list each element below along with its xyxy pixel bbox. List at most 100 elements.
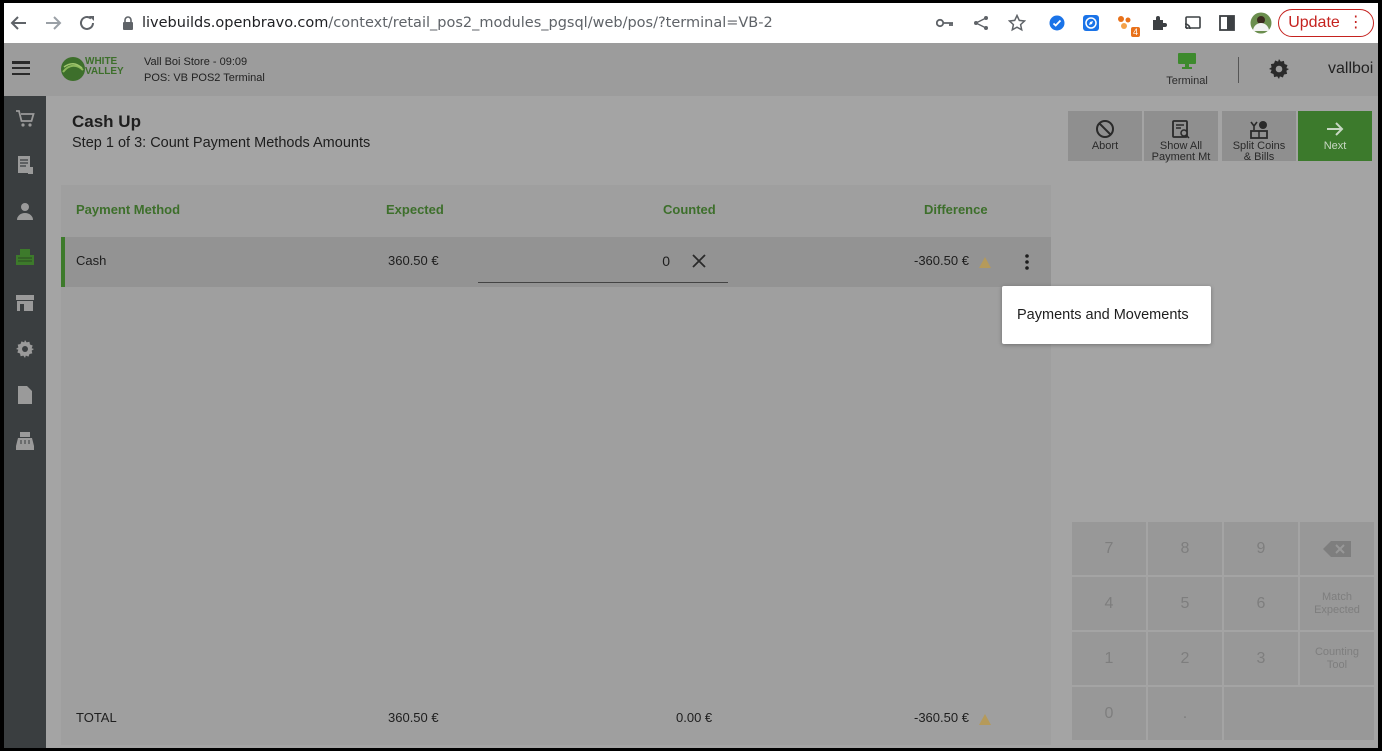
row-difference: -360.50 € bbox=[914, 253, 969, 268]
counted-input[interactable]: 0 bbox=[478, 245, 728, 283]
pos-line: POS: VB POS2 Terminal bbox=[144, 72, 265, 84]
address-bar[interactable]: livebuilds.openbravo.com/context/retail_… bbox=[112, 7, 1036, 39]
show-all-label2: Payment Mt bbox=[1151, 151, 1211, 163]
counting-label1: Counting bbox=[1314, 645, 1360, 658]
cast-icon[interactable] bbox=[1182, 12, 1204, 34]
split-label2: & Bills bbox=[1243, 151, 1275, 163]
key-9[interactable]: 9 bbox=[1224, 522, 1298, 575]
terminal-button[interactable]: Terminal bbox=[1159, 47, 1215, 93]
header-difference: Difference bbox=[924, 202, 988, 217]
app-topbar: WHITE VALLEY Vall Boi Store - 09:09 POS:… bbox=[4, 43, 1378, 96]
store-line: Vall Boi Store - 09:09 bbox=[144, 56, 248, 68]
document-icon[interactable] bbox=[10, 380, 40, 410]
cart-icon[interactable] bbox=[10, 104, 40, 134]
extension-badge-count: 4 bbox=[1130, 27, 1140, 37]
settings-icon[interactable] bbox=[10, 334, 40, 364]
reload-icon[interactable] bbox=[72, 8, 102, 38]
url-path: /context/retail_pos2_modules_pgsql/web/p… bbox=[328, 15, 773, 31]
split-icon bbox=[1222, 115, 1296, 139]
pos-app: WHITE VALLEY Vall Boi Store - 09:09 POS:… bbox=[4, 43, 1378, 748]
match-expected-key[interactable]: Match Expected bbox=[1300, 577, 1374, 630]
cash-register-icon[interactable] bbox=[10, 426, 40, 456]
total-difference: -360.50 € bbox=[914, 710, 969, 725]
extension-badge-icon[interactable]: 4 bbox=[1114, 12, 1140, 37]
abort-label: Abort bbox=[1091, 140, 1119, 152]
context-menu: Payments and Movements bbox=[1002, 286, 1211, 344]
sidebar bbox=[4, 96, 46, 748]
list-search-icon bbox=[1144, 115, 1218, 139]
total-warning-icon bbox=[979, 712, 991, 730]
forward-icon[interactable] bbox=[38, 8, 68, 38]
counting-tool-key[interactable]: Counting Tool bbox=[1300, 632, 1374, 685]
terminal-label: Terminal bbox=[1166, 75, 1208, 87]
total-label: TOTAL bbox=[76, 710, 117, 725]
counted-value: 0 bbox=[662, 253, 670, 269]
share-icon[interactable] bbox=[970, 12, 992, 34]
key-icon[interactable] bbox=[934, 12, 956, 34]
key-enter[interactable] bbox=[1224, 687, 1374, 740]
key-8[interactable]: 8 bbox=[1148, 522, 1222, 575]
show-all-payment-methods-button[interactable]: Show All Payment Mt bbox=[1144, 111, 1218, 163]
logo-line2: VALLEY bbox=[85, 66, 124, 77]
page-title: Cash Up bbox=[72, 112, 141, 131]
header-counted: Counted bbox=[663, 202, 716, 217]
numeric-keypad: 7 8 9 4 5 6 Match Expected 1 2 3 Countin… bbox=[1072, 522, 1375, 744]
row-expected: 360.50 € bbox=[388, 253, 439, 268]
total-expected: 360.50 € bbox=[388, 710, 439, 725]
match-label1: Match bbox=[1322, 590, 1352, 603]
back-icon[interactable] bbox=[4, 8, 34, 38]
backspace-key[interactable] bbox=[1300, 522, 1374, 575]
divider bbox=[1238, 57, 1239, 83]
profile-avatar[interactable] bbox=[1250, 12, 1272, 34]
header-payment-method: Payment Method bbox=[76, 202, 181, 217]
arrow-right-icon bbox=[1298, 115, 1372, 139]
bookmark-star-icon[interactable] bbox=[1006, 12, 1028, 34]
match-label2: Expected bbox=[1314, 603, 1360, 616]
update-label: Update bbox=[1288, 14, 1340, 31]
key-decimal[interactable]: . bbox=[1148, 687, 1222, 740]
clear-icon[interactable] bbox=[692, 254, 706, 273]
row-method: Cash bbox=[76, 253, 107, 268]
header-expected: Expected bbox=[386, 202, 444, 217]
cash-up-table: Payment Method Expected Counted Differen… bbox=[61, 185, 1051, 745]
key-2[interactable]: 2 bbox=[1148, 632, 1222, 685]
key-6[interactable]: 6 bbox=[1224, 577, 1298, 630]
key-1[interactable]: 1 bbox=[1072, 632, 1146, 685]
monitor-icon bbox=[1159, 47, 1215, 75]
row-menu-icon[interactable] bbox=[1019, 251, 1035, 273]
split-coins-bills-button[interactable]: Split Coins & Bills bbox=[1222, 111, 1296, 163]
white-valley-logo: WHITE VALLEY bbox=[60, 55, 134, 83]
warning-icon bbox=[979, 255, 991, 273]
menu-item-payments-movements[interactable]: Payments and Movements bbox=[1017, 307, 1189, 323]
block-icon bbox=[1068, 115, 1142, 139]
extensions-puzzle-icon[interactable] bbox=[1148, 12, 1170, 34]
menu-icon[interactable] bbox=[12, 61, 30, 75]
extension-compass-icon[interactable] bbox=[1080, 12, 1102, 34]
key-3[interactable]: 3 bbox=[1224, 632, 1298, 685]
browser-toolbar: livebuilds.openbravo.com/context/retail_… bbox=[4, 3, 1378, 43]
page-subtitle: Step 1 of 3: Count Payment Methods Amoun… bbox=[72, 135, 371, 151]
key-0[interactable]: 0 bbox=[1072, 687, 1146, 740]
key-5[interactable]: 5 bbox=[1148, 577, 1222, 630]
extension-check-icon[interactable] bbox=[1046, 12, 1068, 34]
url-host: livebuilds.openbravo.com bbox=[142, 15, 329, 31]
lock-icon bbox=[122, 16, 134, 30]
table-row[interactable]: Cash 360.50 € 0 -360.50 € bbox=[61, 237, 1051, 287]
backspace-icon bbox=[1323, 540, 1351, 557]
username[interactable]: vallboi bbox=[1328, 60, 1373, 78]
receipt-icon[interactable] bbox=[10, 150, 40, 180]
side-panel-icon[interactable] bbox=[1216, 12, 1238, 34]
update-button[interactable]: Update ⋮ bbox=[1278, 9, 1374, 37]
customer-icon[interactable] bbox=[10, 196, 40, 226]
more-vert-icon: ⋮ bbox=[1347, 14, 1364, 31]
abort-button[interactable]: Abort bbox=[1068, 111, 1142, 161]
key-4[interactable]: 4 bbox=[1072, 577, 1146, 630]
next-label: Next bbox=[1323, 140, 1347, 152]
total-counted: 0.00 € bbox=[676, 710, 713, 725]
counting-label2: Tool bbox=[1326, 658, 1348, 671]
settings-gear-icon[interactable] bbox=[1269, 59, 1291, 81]
cash-up-icon[interactable] bbox=[10, 242, 40, 272]
store-icon[interactable] bbox=[10, 288, 40, 318]
next-button[interactable]: Next bbox=[1298, 111, 1372, 161]
key-7[interactable]: 7 bbox=[1072, 522, 1146, 575]
